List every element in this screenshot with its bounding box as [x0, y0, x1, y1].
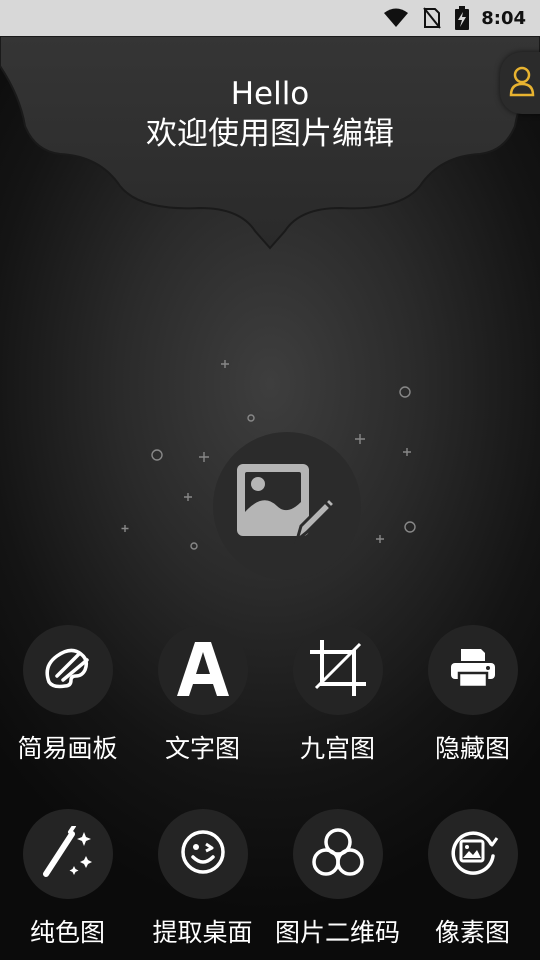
palette-icon: [43, 646, 93, 694]
image-rotate-icon: [447, 826, 499, 882]
tool-nine-grid[interactable]: 九宫图: [270, 625, 405, 775]
tools-grid: 简易画板 文字图 九宫图 隐藏图 纯色图 提取桌面 图片二维码 像素图: [0, 0, 540, 960]
tool-image-qr-code[interactable]: 图片二维码: [270, 809, 405, 959]
tool-label: 图片二维码: [274, 918, 400, 947]
magic-wand-icon: [42, 824, 94, 882]
printer-icon: [450, 649, 495, 691]
letter-a-icon: [176, 640, 229, 700]
tool-simple-drawing-board[interactable]: 简易画板: [0, 625, 135, 775]
tool-icon-circle: [427, 625, 518, 715]
tool-hidden-image[interactable]: 隐藏图: [405, 625, 540, 775]
tool-icon-circle: [427, 809, 518, 899]
tool-icon-circle: [22, 625, 113, 715]
tool-icon-circle: [157, 625, 248, 715]
tool-label: 隐藏图: [434, 734, 510, 763]
tool-extract-desktop[interactable]: 提取桌面: [135, 809, 270, 959]
tool-pixel-image[interactable]: 像素图: [405, 809, 540, 959]
tool-text-image[interactable]: 文字图: [135, 625, 270, 775]
tool-solid-color-image[interactable]: 纯色图: [0, 809, 135, 959]
tool-label: 九宫图: [299, 734, 375, 763]
tool-icon-circle: [292, 809, 383, 899]
tool-label: 简易画板: [17, 734, 118, 763]
tool-icon-circle: [157, 809, 248, 899]
tool-label: 像素图: [434, 918, 510, 947]
tool-label: 提取桌面: [152, 918, 253, 947]
app-screen: 8:04 Hello 欢迎使用图片编辑 简易画板 文字图 九宫图 隐藏图 纯色图…: [0, 0, 540, 960]
smiley-icon: [180, 829, 226, 879]
crop-icon: [308, 638, 368, 702]
tool-icon-circle: [22, 809, 113, 899]
circles-icon: [311, 827, 365, 881]
tool-icon-circle: [292, 625, 383, 715]
tool-label: 文字图: [164, 734, 240, 763]
tool-label: 纯色图: [29, 918, 105, 947]
